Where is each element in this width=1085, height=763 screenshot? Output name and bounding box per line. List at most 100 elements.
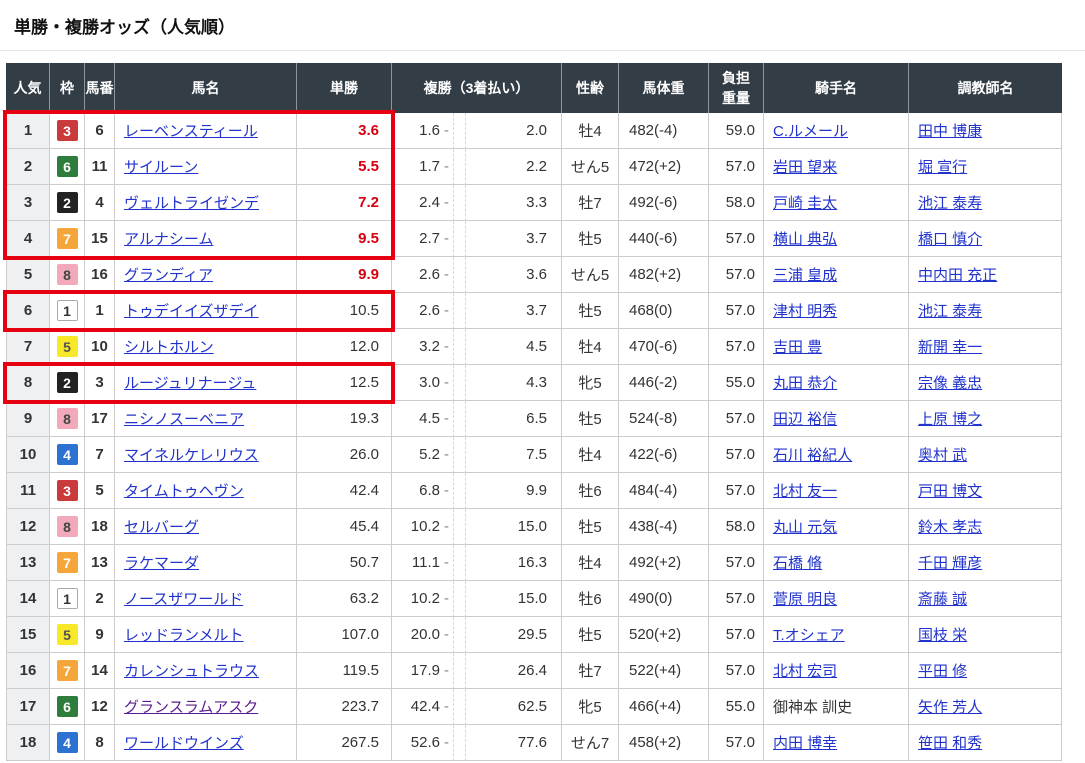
win-odds-cell: 10.5: [297, 293, 392, 329]
jockey-link[interactable]: T.オシェア: [773, 627, 845, 644]
trainer-link[interactable]: 鈴木 孝志: [918, 519, 982, 536]
rank-cell: 13: [6, 545, 50, 581]
horse-name-link[interactable]: アルナシーム: [124, 231, 213, 248]
horse-name-link[interactable]: グランスラムアスク: [124, 699, 258, 716]
horse-weight-cell: 438(-4): [619, 509, 709, 545]
trainer-link[interactable]: 中内田 充正: [918, 267, 997, 284]
horse-name-link[interactable]: レーベンスティール: [124, 123, 258, 140]
place-low-value: 52.6: [411, 734, 440, 751]
trainer-link[interactable]: 堀 宣行: [918, 159, 967, 176]
horse-name-link[interactable]: シルトホルン: [124, 339, 214, 356]
jockey-cell: 横山 典弘: [764, 221, 909, 257]
horse-name-link[interactable]: ラケマーダ: [124, 555, 199, 572]
horse-name-cell: ヴェルトライゼンデ: [115, 185, 297, 221]
horse-name-link[interactable]: マイネルケレリウス: [124, 447, 259, 464]
trainer-link[interactable]: 新開 幸一: [918, 339, 982, 356]
trainer-link[interactable]: 笹田 和秀: [918, 735, 982, 752]
header-row: 人気 枠 馬番 馬名 単勝 複勝（3着払い） 性齢 馬体重 負担重量 騎手名 調…: [6, 63, 1062, 113]
header-jockey: 騎手名: [764, 63, 909, 113]
jockey-cell: 三浦 皇成: [764, 257, 909, 293]
horse-weight-cell: 482(+2): [619, 257, 709, 293]
trainer-cell: 国枝 栄: [909, 617, 1062, 653]
horse-number-cell: 5: [85, 473, 115, 509]
trainer-link[interactable]: 平田 修: [918, 663, 967, 680]
horse-name-link[interactable]: ワールドウインズ: [124, 735, 244, 752]
horse-name-link[interactable]: サイルーン: [124, 159, 198, 176]
jockey-link[interactable]: 岩田 望来: [773, 159, 837, 176]
frame-badge: 2: [57, 192, 78, 213]
sex-age-cell: 牝5: [562, 689, 619, 725]
rank-cell: 16: [6, 653, 50, 689]
trainer-link[interactable]: 戸田 博文: [918, 483, 982, 500]
horse-name-link[interactable]: グランディア: [124, 267, 213, 284]
place-odds-gap: [454, 437, 466, 473]
jockey-link[interactable]: 菅原 明良: [773, 591, 837, 608]
place-odds-dash: -: [444, 662, 449, 679]
carried-weight-cell: 57.0: [709, 257, 764, 293]
frame-badge: 8: [57, 264, 78, 285]
rank-cell: 14: [6, 581, 50, 617]
place-odds-high: 3.3: [466, 185, 562, 221]
jockey-link[interactable]: 丸山 元気: [773, 519, 837, 536]
horse-number-cell: 3: [85, 365, 115, 401]
place-odds-low: 3.0-: [392, 365, 454, 401]
trainer-link[interactable]: 池江 泰寿: [918, 195, 982, 212]
horse-name-link[interactable]: ヴェルトライゼンデ: [124, 195, 259, 212]
place-low-value: 2.7: [419, 230, 440, 247]
trainer-link[interactable]: 宗像 義忠: [918, 375, 982, 392]
jockey-link[interactable]: 横山 典弘: [773, 231, 837, 248]
trainer-link[interactable]: 千田 輝彦: [918, 555, 982, 572]
place-odds-gap: [454, 581, 466, 617]
frame-badge: 6: [57, 696, 78, 717]
trainer-link[interactable]: 奥村 武: [918, 447, 967, 464]
trainer-cell: 新開 幸一: [909, 329, 1062, 365]
horse-name-link[interactable]: カレンシュトラウス: [124, 663, 259, 680]
trainer-link[interactable]: 池江 泰寿: [918, 303, 982, 320]
place-odds-dash: -: [444, 482, 449, 499]
horse-weight-cell: 466(+4): [619, 689, 709, 725]
header-sex-age: 性齢: [562, 63, 619, 113]
trainer-cell: 田中 博康: [909, 113, 1062, 149]
header-horse-no: 馬番: [85, 63, 115, 113]
horse-name-cell: レーベンスティール: [115, 113, 297, 149]
trainer-link[interactable]: 矢作 芳人: [918, 699, 982, 716]
horse-name-link[interactable]: レッドランメルト: [124, 627, 244, 644]
horse-weight-cell: 490(0): [619, 581, 709, 617]
carried-weight-cell: 58.0: [709, 185, 764, 221]
jockey-link[interactable]: 石橋 脩: [773, 555, 822, 572]
horse-name-cell: タイムトゥヘヴン: [115, 473, 297, 509]
frame-badge: 5: [57, 336, 78, 357]
jockey-link[interactable]: 石川 裕紀人: [773, 447, 852, 464]
jockey-link[interactable]: 北村 友一: [773, 483, 837, 500]
rank-cell: 2: [6, 149, 50, 185]
horse-name-link[interactable]: ニシノスーベニア: [124, 411, 244, 428]
header-rank: 人気: [6, 63, 50, 113]
horse-name-link[interactable]: セルバーグ: [124, 519, 199, 536]
horse-name-link[interactable]: タイムトゥヘヴン: [124, 483, 244, 500]
place-odds-high: 7.5: [466, 437, 562, 473]
trainer-link[interactable]: 斎藤 誠: [918, 591, 967, 608]
horse-name-link[interactable]: ノースザワールド: [124, 591, 243, 608]
trainer-cell: 堀 宣行: [909, 149, 1062, 185]
jockey-link[interactable]: 吉田 豊: [773, 339, 822, 356]
trainer-link[interactable]: 国枝 栄: [918, 627, 967, 644]
carried-weight-cell: 57.0: [709, 221, 764, 257]
jockey-link[interactable]: 丸田 恭介: [773, 375, 837, 392]
page-title: 単勝・複勝オッズ（人気順）: [0, 0, 1085, 51]
frame-cell: 7: [50, 653, 85, 689]
horse-name-link[interactable]: ルージュリナージュ: [124, 375, 256, 392]
horse-name-link[interactable]: トゥデイイズザデイ: [124, 303, 259, 320]
jockey-link[interactable]: 三浦 皇成: [773, 267, 837, 284]
jockey-link[interactable]: 田辺 裕信: [773, 411, 837, 428]
trainer-link[interactable]: 上原 博之: [918, 411, 982, 428]
win-odds-cell: 7.2: [297, 185, 392, 221]
frame-badge: 1: [57, 300, 78, 321]
jockey-link[interactable]: 戸崎 圭太: [773, 195, 837, 212]
jockey-link[interactable]: 内田 博幸: [773, 735, 837, 752]
jockey-link[interactable]: 北村 宏司: [773, 663, 837, 680]
jockey-link[interactable]: C.ルメール: [773, 123, 848, 140]
trainer-link[interactable]: 橋口 慎介: [918, 231, 982, 248]
trainer-link[interactable]: 田中 博康: [918, 123, 982, 140]
jockey-link[interactable]: 津村 明秀: [773, 303, 837, 320]
carried-weight-cell: 57.0: [709, 725, 764, 761]
